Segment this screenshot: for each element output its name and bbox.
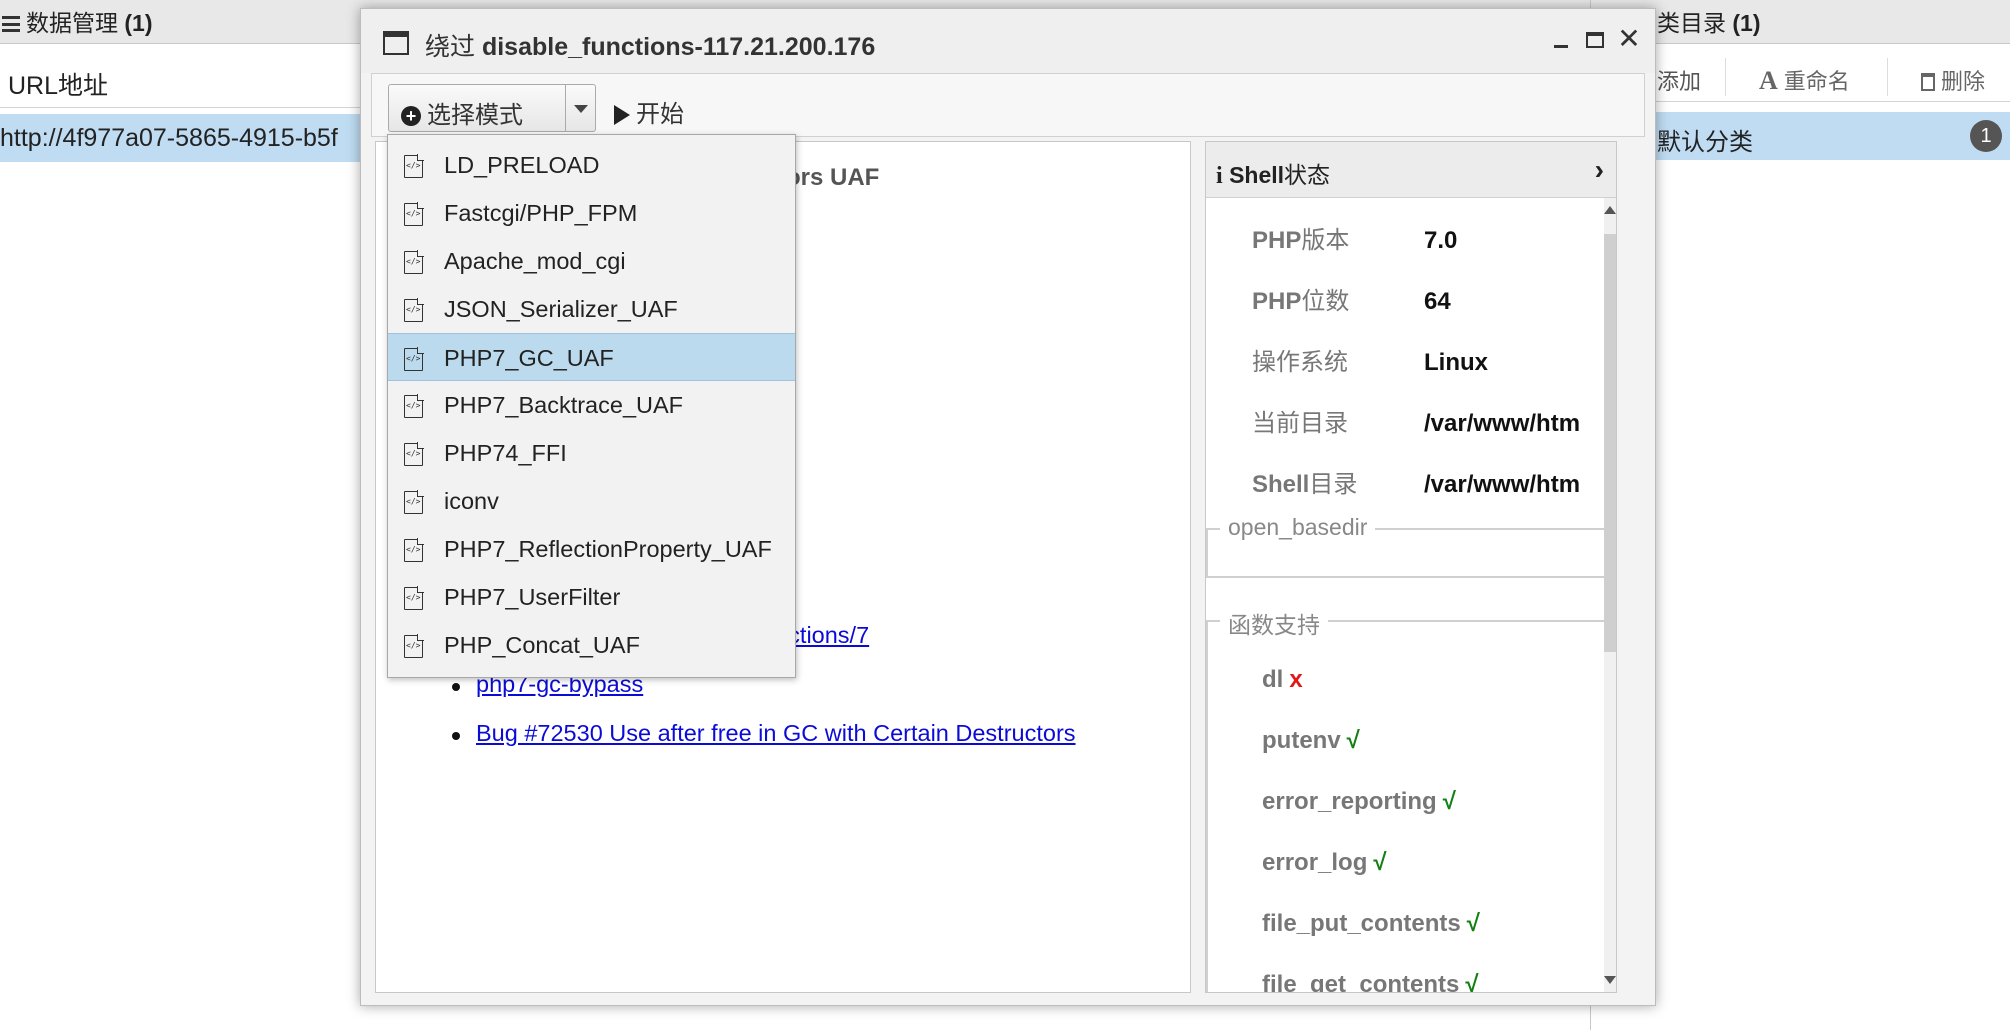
toolbar-divider xyxy=(1887,58,1888,96)
shell-status-body: PHP版本 7.0 PHP位数 64 操作系统 Linux 当前目录/var/www/… xyxy=(1206,198,1606,993)
delete-category-button[interactable]: 删除 xyxy=(1921,64,1985,96)
code-file-icon xyxy=(404,154,424,178)
code-file-icon xyxy=(404,634,424,658)
chevron-down-icon[interactable] xyxy=(566,84,596,132)
info-php-version: PHP版本 7.0 xyxy=(1252,227,1458,254)
rename-icon: A xyxy=(1759,66,1778,95)
mode-option-apache-mod-cgi[interactable]: Apache_mod_cgi xyxy=(388,237,795,285)
supported-icon: √ xyxy=(1442,788,1456,815)
func-error-reporting: error_reporting √ xyxy=(1262,788,1456,815)
func-file-get-contents: file_get_contents √ xyxy=(1262,971,1479,993)
unsupported-icon: x xyxy=(1289,666,1303,693)
mode-option-json-serializer[interactable]: JSON_Serializer_UAF xyxy=(388,285,795,333)
list-icon xyxy=(2,16,20,32)
category-count: (1) xyxy=(1732,10,1761,36)
reference-item: php7-gc-bypass xyxy=(452,671,1076,720)
play-icon xyxy=(614,105,630,125)
func-support-label: 函数支持 xyxy=(1220,606,1328,640)
select-mode-label: 选择模式 xyxy=(427,102,523,129)
delete-label: 删除 xyxy=(1941,69,1986,94)
code-file-icon xyxy=(404,490,424,514)
fieldset-border xyxy=(1206,620,1208,992)
reference-link[interactable]: Bug #72530 Use after free in GC with Cer… xyxy=(476,720,1076,746)
code-file-icon xyxy=(404,347,424,371)
code-file-icon xyxy=(404,250,424,274)
func-support-fieldset: 函数支持 xyxy=(1206,606,1606,640)
dialog-titlebar[interactable]: 绕过 disable_functions-117.21.200.176 ✕ xyxy=(361,9,1655,73)
title-target: disable_functions-117.21.200.176 xyxy=(481,33,876,61)
mode-option-fastcgi[interactable]: Fastcgi/PHP_FPM xyxy=(388,189,795,237)
info-php-bits: PHP位数 64 xyxy=(1252,288,1451,315)
dialog-title: 绕过 disable_functions-117.21.200.176 xyxy=(425,27,875,63)
supported-icon: √ xyxy=(1373,849,1387,876)
window-icon xyxy=(383,31,409,55)
mode-option-ld-preload[interactable]: LD_PRELOAD xyxy=(388,141,795,189)
info-os: 操作系统 Linux xyxy=(1252,349,1488,376)
description-heading: ors UAF xyxy=(786,164,880,191)
dialog-toolbar: + 选择模式 开始 xyxy=(371,73,1645,137)
open-basedir-box xyxy=(1206,528,1606,578)
mode-option-reflection-property[interactable]: PHP7_ReflectionProperty_UAF xyxy=(388,525,795,573)
category-name: 默认分类 xyxy=(1657,129,1753,156)
minimize-icon[interactable] xyxy=(1547,23,1575,55)
info-shell-dir: Shell目录/var/www/htm xyxy=(1252,471,1581,498)
select-mode-button[interactable]: + 选择模式 xyxy=(388,84,566,132)
code-file-icon xyxy=(404,394,424,418)
mode-option-userfilter[interactable]: PHP7_UserFilter xyxy=(388,573,795,621)
plus-circle-icon: + xyxy=(401,106,421,126)
title-prefix: 绕过 xyxy=(425,33,476,61)
category-title: 类目录 xyxy=(1657,10,1726,36)
code-file-icon xyxy=(404,586,424,610)
mode-dropdown: LD_PRELOAD Fastcgi/PHP_FPM Apache_mod_cg… xyxy=(387,134,796,678)
category-count-badge: 1 xyxy=(1970,120,2002,152)
code-file-icon xyxy=(404,538,424,562)
mode-option-iconv[interactable]: iconv xyxy=(388,477,795,525)
func-file-put-contents: file_put_contents √ xyxy=(1262,910,1480,937)
code-file-icon xyxy=(404,442,424,466)
add-category-button[interactable]: 添加 xyxy=(1657,64,1701,96)
start-button[interactable]: 开始 xyxy=(606,84,692,132)
mode-option-concat-uaf[interactable]: PHP_Concat_UAF xyxy=(388,621,795,669)
supported-icon: √ xyxy=(1346,727,1360,754)
func-error-log: error_log √ xyxy=(1262,849,1387,876)
func-dl: dl x xyxy=(1262,666,1303,693)
close-icon[interactable]: ✕ xyxy=(1615,23,1643,55)
info-current-dir: 当前目录/var/www/htm xyxy=(1252,410,1581,437)
shell-status-header[interactable]: i Shell状态 › xyxy=(1206,142,1616,198)
shell-status-title: 状态 xyxy=(1284,162,1331,188)
start-label: 开始 xyxy=(636,101,684,128)
mode-option-php7-gc-uaf[interactable]: PHP7_GC_UAF xyxy=(388,333,795,381)
scroll-down-icon[interactable] xyxy=(1604,976,1616,984)
chevron-right-icon[interactable]: › xyxy=(1595,154,1604,186)
toolbar-divider xyxy=(1725,58,1726,96)
rename-label: 重命名 xyxy=(1783,69,1850,94)
code-file-icon xyxy=(404,298,424,322)
supported-icon: √ xyxy=(1466,910,1480,937)
data-management-count: (1) xyxy=(124,10,153,36)
trash-icon xyxy=(1921,73,1935,91)
code-file-icon xyxy=(404,202,424,226)
mode-option-php74-ffi[interactable]: PHP74_FFI xyxy=(388,429,795,477)
shell-status-title-bold: Shell xyxy=(1229,162,1285,188)
mode-option-php7-backtrace[interactable]: PHP7_Backtrace_UAF xyxy=(388,381,795,429)
shell-panel-scrollbar[interactable] xyxy=(1604,198,1616,992)
info-icon: i xyxy=(1216,163,1223,189)
maximize-icon[interactable] xyxy=(1581,23,1609,55)
rename-category-button[interactable]: A 重命名 xyxy=(1759,64,1850,96)
supported-icon: √ xyxy=(1465,971,1479,993)
data-management-title: 数据管理 xyxy=(26,10,118,36)
func-putenv: putenv √ xyxy=(1262,727,1360,754)
scroll-thumb[interactable] xyxy=(1604,234,1616,652)
shell-status-panel: i Shell状态 › PHP版本 7.0 PHP位数 64 操作系统 Linux 当… xyxy=(1205,141,1617,993)
reference-item: Bug #72530 Use after free in GC with Cer… xyxy=(452,720,1076,769)
